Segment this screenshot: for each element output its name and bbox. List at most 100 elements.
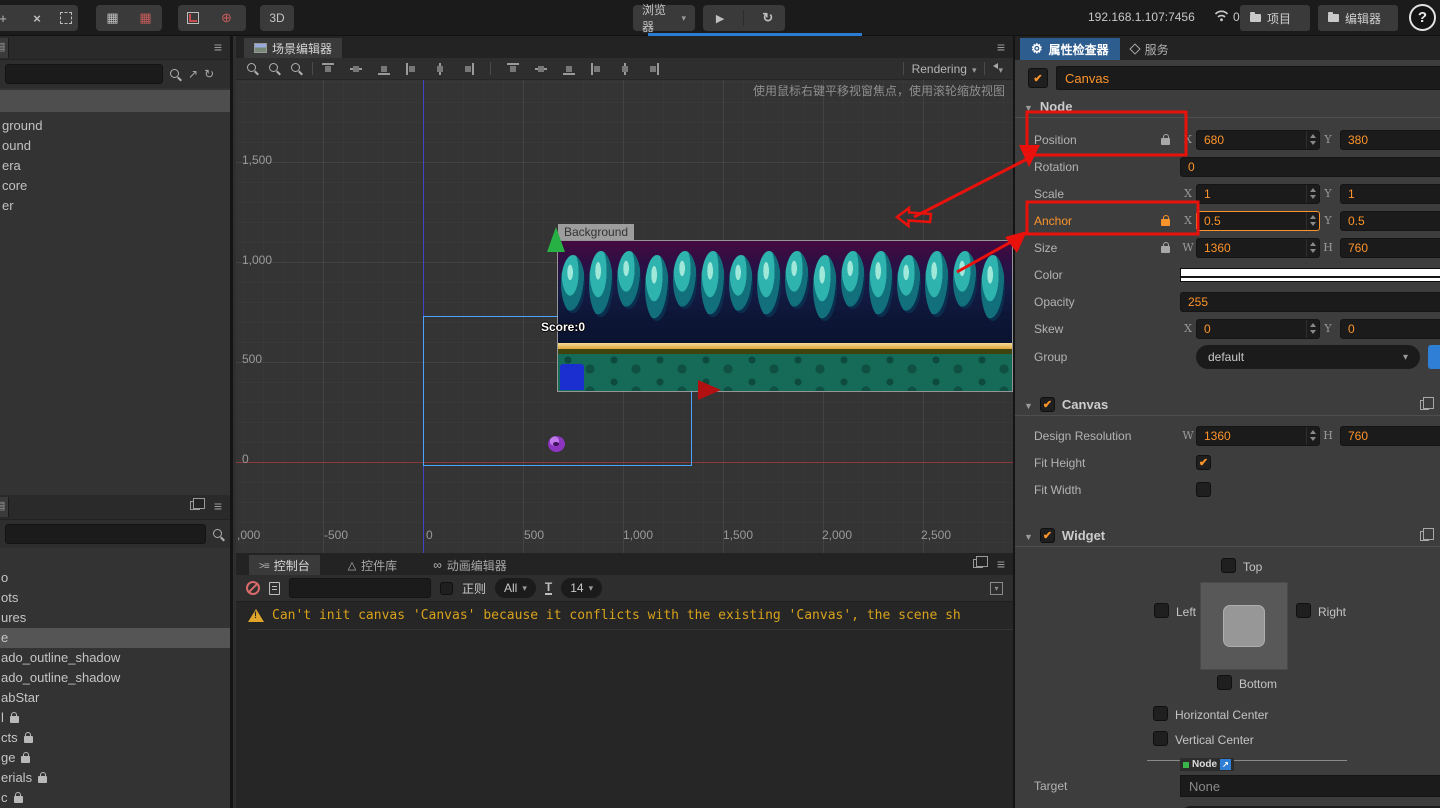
zoom-out-icon[interactable] [268,62,281,75]
external-link-icon[interactable] [1220,759,1231,770]
open-project-button[interactable]: 项目 [1240,5,1310,31]
align-left-checkbox[interactable] [1154,603,1169,618]
align-bottom-checkbox[interactable] [1217,675,1232,690]
assets-search-input[interactable] [5,524,206,544]
refresh-button[interactable]: ↻ [757,10,779,26]
canvas-enabled-checkbox[interactable] [1039,397,1055,412]
horizontal-center-checkbox[interactable] [1153,706,1168,721]
pivot-grid-icon[interactable]: ▦ [102,10,124,26]
align-l-icon[interactable] [591,62,603,75]
opacity-field[interactable]: 255 [1180,291,1440,312]
log-warning-row[interactable]: Can't init canvas 'Canvas' because it co… [248,602,1013,630]
world-coords-icon[interactable]: ⊕ [216,10,238,26]
spinner[interactable] [1306,426,1319,445]
log-level-dropdown[interactable]: All [495,578,536,598]
vertical-center-checkbox[interactable] [1153,731,1168,746]
spinner[interactable] [1306,238,1319,257]
expand-icon[interactable] [188,67,198,81]
node-section-header[interactable]: Node [1015,96,1440,118]
rect-tool-icon[interactable] [60,12,72,24]
anchor-grid-icon[interactable]: ▦ [135,10,157,26]
align-m-icon[interactable] [350,63,362,75]
align-t-icon[interactable] [507,62,519,75]
asset-item[interactable]: l [0,708,230,728]
anchor-x-field[interactable]: 0.5 [1196,210,1320,231]
scale-x-field[interactable]: 1 [1196,183,1320,204]
align-r-icon[interactable] [462,62,474,75]
node-name-field[interactable]: Canvas [1056,66,1440,90]
background-sprite[interactable] [557,240,1013,392]
tab-console[interactable]: 控制台 [249,555,320,575]
copy-component-icon[interactable] [1420,397,1434,410]
asset-item[interactable]: abStar [0,688,230,708]
lock-icon[interactable] [1161,241,1170,253]
size-w-field[interactable]: 1360 [1196,237,1320,258]
align-b-icon[interactable] [378,63,390,75]
tab-scene-editor[interactable]: 场景编辑器 [244,38,343,58]
regex-checkbox[interactable] [440,581,453,595]
spinner[interactable] [1306,211,1319,230]
anchor-y-field[interactable]: 0.5 [1340,210,1440,231]
position-y-field[interactable]: 380 [1340,129,1440,150]
popup-window-icon[interactable] [190,498,205,510]
tab-services[interactable]: 服务 [1120,38,1180,60]
scene-viewport[interactable]: 使用鼠标右键平移视窗焦点，使用滚轮缩放视图 1,500 1,000 500 0 ,00… [236,80,1013,553]
hierarchy-node[interactable]: er [0,196,230,216]
hierarchy-node[interactable]: era [0,156,230,176]
hierarchy-search-input[interactable] [5,64,163,84]
align-c-icon[interactable] [434,62,446,75]
play-button[interactable]: ▶ [709,12,731,25]
align-top-checkbox[interactable] [1221,558,1236,573]
group-dropdown[interactable]: default [1196,345,1420,369]
log-file-icon[interactable] [269,581,280,595]
hierarchy-node[interactable]: ground [0,116,230,136]
help-button[interactable]: ? [1409,4,1436,31]
skew-y-field[interactable]: 0 [1340,318,1440,339]
spinner[interactable] [1306,184,1319,203]
scene-menu-icon[interactable] [997,39,1005,55]
asset-item[interactable]: ge [0,748,230,768]
align-r-icon[interactable] [647,62,659,75]
hierarchy-tab-stub[interactable] [0,38,9,58]
asset-item[interactable]: o [0,568,230,588]
camera-dropdown[interactable] [993,62,1003,76]
widget-enabled-checkbox[interactable] [1039,528,1055,543]
spinner[interactable] [1306,130,1319,149]
preview-target-dropdown[interactable]: 浏览器 [633,3,695,34]
position-tool-icon[interactable]: + [0,11,14,26]
collapse-log-icon[interactable] [990,581,1003,595]
design-h-field[interactable]: 760 [1340,425,1440,446]
widget-section-header[interactable]: Widget [1015,525,1440,547]
fit-width-checkbox[interactable] [1196,482,1211,497]
hierarchy-selected-row[interactable] [0,90,230,112]
align-m-icon[interactable] [535,63,547,75]
hierarchy-node[interactable]: ound [0,136,230,156]
align-right-checkbox[interactable] [1296,603,1311,618]
hierarchy-node[interactable]: core [0,176,230,196]
asset-item[interactable]: erials [0,768,230,788]
rotation-field[interactable]: 0 [1180,156,1440,177]
tab-animation-editor[interactable]: 动画编辑器 [423,555,517,575]
blue-block-sprite[interactable] [560,364,584,390]
scale-y-field[interactable]: 1 [1340,183,1440,204]
align-b-icon[interactable] [563,63,575,75]
clear-log-icon[interactable] [246,581,260,595]
rendering-dropdown[interactable]: Rendering [912,62,977,76]
console-filter-input[interactable] [289,578,431,598]
assets-tab-stub[interactable] [0,497,9,517]
design-w-field[interactable]: 1360 [1196,425,1320,446]
asset-item[interactable]: cts [0,728,230,748]
align-c-icon[interactable] [619,62,631,75]
scale-tool-icon[interactable]: × [26,11,48,26]
gizmo-x-arrow[interactable] [698,380,721,400]
local-coords-icon[interactable] [186,12,199,24]
hierarchy-menu-icon[interactable] [214,39,222,55]
zoom-reset-icon[interactable] [290,62,303,75]
skew-x-field[interactable]: 0 [1196,318,1320,339]
align-t-icon[interactable] [322,62,334,75]
popup-window-icon[interactable] [973,556,988,568]
target-field[interactable]: None [1180,775,1440,797]
font-size-dropdown[interactable]: 14 [561,578,603,598]
group-edit-button[interactable]: 编辑 [1428,345,1440,369]
asset-item[interactable]: ado_outline_shadow [0,668,230,688]
